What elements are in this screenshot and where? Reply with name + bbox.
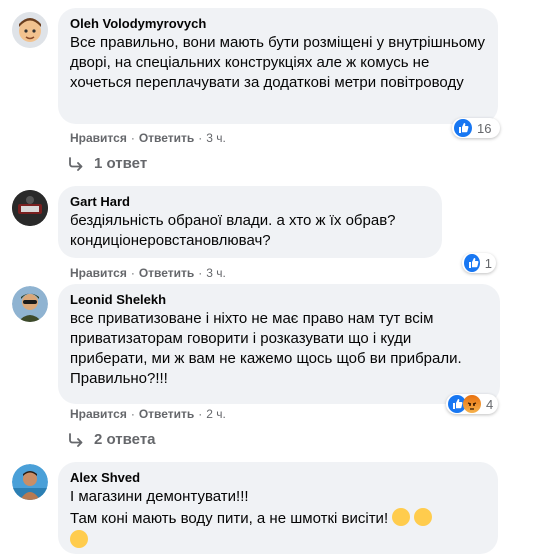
comment-text: І магазини демонтувати!!! [70, 488, 249, 505]
comment-author[interactable]: Alex Shved [70, 470, 486, 486]
reply-link[interactable]: Ответить [139, 407, 194, 421]
reaction-count: 4 [486, 396, 494, 412]
avatar[interactable] [12, 464, 48, 500]
comment-bubble: Oleh Volodymyrovych Все правильно, вони … [58, 8, 498, 124]
angry-reaction-icon [463, 395, 481, 413]
comment-author[interactable]: Leonid Shelekh [70, 292, 488, 308]
laughing-emoji-icon [392, 508, 411, 526]
reply-arrow-icon [69, 157, 83, 171]
reaction-count: 1 [484, 255, 492, 271]
laughing-emoji-icon [414, 508, 433, 526]
comment-text-line: Там коні мають воду пити, а не шмоткі ви… [70, 508, 486, 529]
reply-link[interactable]: Ответить [139, 131, 194, 145]
comment-bubble: Gart Hard бездіяльність обраної влади. а… [58, 186, 442, 258]
comment-actions: Нравится · Ответить · 3 ч. [70, 131, 226, 145]
reaction-count: 16 [477, 120, 492, 136]
reply-link[interactable]: Ответить [139, 266, 194, 280]
comment-bubble: Leonid Shelekh все приватизоване і ніхто… [58, 284, 500, 404]
view-replies-button[interactable]: 1 ответ [68, 154, 147, 174]
comment-author[interactable]: Gart Hard [70, 194, 430, 210]
comment-time[interactable]: 2 ч. [206, 407, 226, 421]
like-reaction-icon [464, 254, 480, 272]
comment-text: бездіяльність обраної влади. а хто ж їх … [70, 212, 396, 249]
reaction-summary[interactable]: 16 [452, 118, 500, 138]
reply-arrow-icon [69, 433, 83, 447]
comment-bubble: Alex Shved І магазини демонтувати!!! Там… [58, 462, 498, 554]
view-replies-button[interactable]: 2 ответа [68, 430, 156, 450]
like-link[interactable]: Нравится [70, 407, 127, 421]
avatar[interactable] [12, 190, 48, 226]
comment-time[interactable]: 3 ч. [206, 266, 226, 280]
comment-text-line: І магазини демонтувати!!! [70, 487, 486, 507]
avatar[interactable] [12, 12, 48, 48]
comment-author[interactable]: Oleh Volodymyrovych [70, 16, 486, 32]
replies-label: 1 ответ [94, 155, 148, 172]
like-reaction-icon [454, 119, 472, 137]
reaction-summary[interactable]: 4 [446, 394, 498, 414]
avatar[interactable] [12, 286, 48, 322]
comment-time[interactable]: 3 ч. [206, 131, 226, 145]
like-link[interactable]: Нравится [70, 266, 127, 280]
like-link[interactable]: Нравится [70, 131, 127, 145]
comment-actions: Нравится · Ответить · 3 ч. [70, 266, 226, 280]
replies-label: 2 ответа [94, 431, 156, 448]
laughing-emoji-icon [70, 530, 88, 548]
comment-text: Все правильно, вони мають бути розміщені… [70, 34, 486, 91]
comment-text: Там коні мають воду пити, а не шмоткі ви… [70, 510, 389, 527]
comment-text: все приватизоване і ніхто не має право н… [70, 310, 462, 387]
reaction-summary[interactable]: 1 [462, 253, 496, 273]
comment-text-line [70, 530, 486, 551]
comment-actions: Нравится · Ответить · 2 ч. [70, 407, 226, 421]
